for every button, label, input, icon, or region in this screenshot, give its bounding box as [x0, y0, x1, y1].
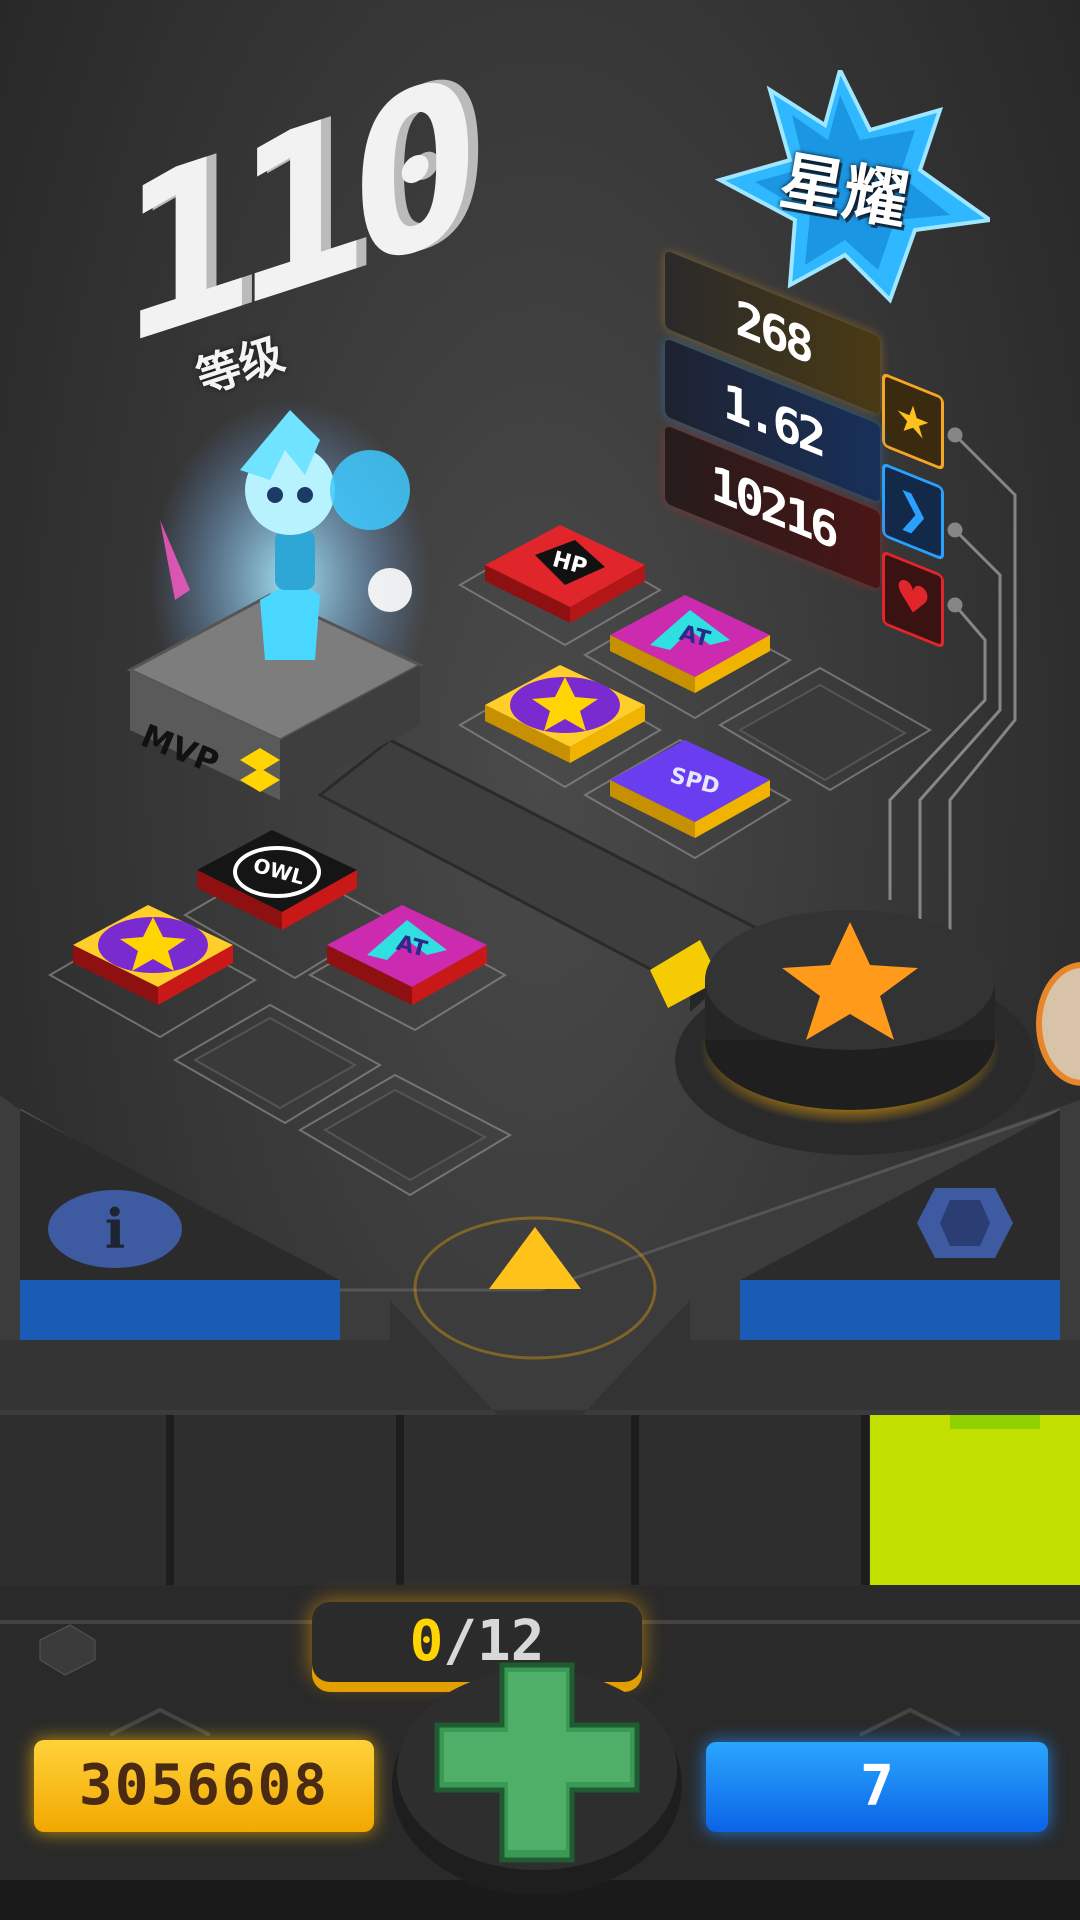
- gold-counter[interactable]: 3056608: [34, 1740, 374, 1832]
- gem-counter[interactable]: 7: [706, 1742, 1048, 1832]
- tile-star-2[interactable]: [68, 895, 238, 1015]
- dice-button[interactable]: [915, 1178, 1015, 1264]
- plus-button[interactable]: [392, 1650, 682, 1900]
- arrow-up-icon[interactable]: [485, 1225, 585, 1295]
- lime-panel: [870, 1415, 1080, 1585]
- info-icon: i: [104, 1197, 126, 1261]
- dice-icon: [917, 1188, 1013, 1258]
- star-action-button[interactable]: [670, 880, 1040, 1180]
- tile-attack-up-2[interactable]: AT: [322, 895, 492, 1015]
- info-button[interactable]: i: [48, 1190, 182, 1268]
- tile-speed[interactable]: SPD: [605, 730, 775, 840]
